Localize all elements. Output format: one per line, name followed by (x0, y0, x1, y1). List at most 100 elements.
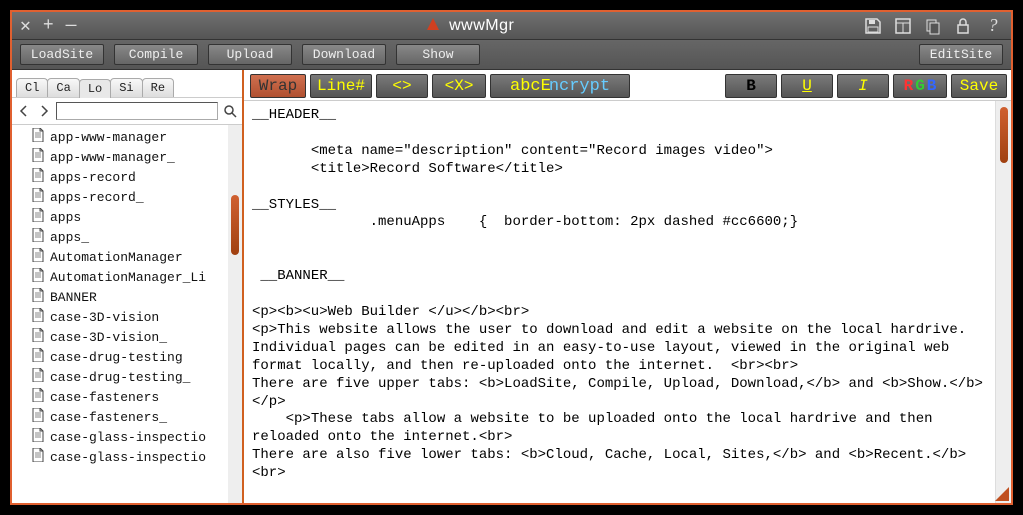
loadsite-button[interactable]: LoadSite (20, 44, 104, 65)
file-icon (32, 428, 44, 446)
encrypt-label-right: ncrypt (549, 77, 610, 96)
list-item[interactable]: apps-record_ (12, 187, 228, 207)
list-item[interactable]: case-glass-inspectio (12, 427, 228, 447)
list-item[interactable]: app-www-manager_ (12, 147, 228, 167)
search-icon[interactable] (222, 103, 238, 119)
list-item[interactable]: AutomationManager (12, 247, 228, 267)
list-item[interactable]: app-www-manager (12, 127, 228, 147)
bold-button[interactable]: B (725, 74, 777, 98)
file-label: case-3D-vision (50, 310, 159, 325)
compile-button[interactable]: Compile (114, 44, 198, 65)
file-icon (32, 368, 44, 386)
editor-scroll-thumb[interactable] (1000, 107, 1008, 163)
download-button[interactable]: Download (302, 44, 386, 65)
show-button[interactable]: Show (396, 44, 480, 65)
search-row (12, 98, 242, 125)
file-icon (32, 188, 44, 206)
search-input[interactable] (56, 102, 218, 120)
app-title: wwwMgr (449, 17, 514, 35)
file-label: apps-record_ (50, 190, 144, 205)
minimize-icon[interactable]: — (66, 16, 77, 36)
app-icon (425, 16, 441, 36)
file-label: apps (50, 210, 81, 225)
close-icon[interactable]: ✕ (20, 15, 31, 37)
prev-icon[interactable] (16, 103, 32, 119)
file-icon (32, 128, 44, 146)
file-label: case-glass-inspectio (50, 430, 206, 445)
next-icon[interactable] (36, 103, 52, 119)
file-icon (32, 168, 44, 186)
file-list[interactable]: app-www-manager app-www-manager_ apps-reco… (12, 125, 228, 503)
list-item[interactable]: apps-record (12, 167, 228, 187)
linenum-button[interactable]: Line# (310, 74, 372, 98)
file-icon (32, 228, 44, 246)
encrypt-button[interactable]: abcEncrypt (490, 74, 630, 98)
file-icon (32, 248, 44, 266)
file-icon (32, 288, 44, 306)
file-label: case-glass-inspectio (50, 450, 206, 465)
list-item[interactable]: AutomationManager_Li (12, 267, 228, 287)
color-r: R (904, 77, 914, 95)
file-label: case-fasteners (50, 390, 159, 405)
file-label: BANNER (50, 290, 97, 305)
app-window: ✕ + — wwwMgr ? LoadSit (10, 10, 1013, 505)
file-label: case-drug-testing_ (50, 370, 190, 385)
file-icon (32, 268, 44, 286)
tab-sites[interactable]: Si (110, 78, 142, 97)
editor-save-button[interactable]: Save (951, 74, 1007, 98)
file-label: AutomationManager (50, 250, 183, 265)
file-icon (32, 208, 44, 226)
file-label: app-www-manager (50, 130, 167, 145)
underline-button[interactable]: U (781, 74, 833, 98)
list-item[interactable]: case-drug-testing_ (12, 367, 228, 387)
editor-toolbar: Wrap Line# <> <X> abcEncrypt B U I R G B… (244, 70, 1011, 100)
save-icon[interactable] (863, 17, 883, 35)
help-icon[interactable]: ? (983, 17, 1003, 35)
list-item[interactable]: apps (12, 207, 228, 227)
list-item[interactable]: case-glass-inspectio (12, 447, 228, 467)
layout-icon[interactable] (893, 17, 913, 35)
color-button[interactable]: R G B (893, 74, 947, 98)
file-label: apps-record (50, 170, 136, 185)
list-item[interactable]: case-fasteners_ (12, 407, 228, 427)
file-label: case-fasteners_ (50, 410, 167, 425)
sidebar: Cl Ca Lo Si Re app-www-managerapp-ww (12, 70, 244, 503)
editor-scrollbar[interactable] (995, 101, 1011, 503)
tag-button[interactable]: <> (376, 74, 428, 98)
encrypt-label-left: abcE (510, 77, 551, 96)
tab-cloud[interactable]: Cl (16, 78, 48, 97)
list-item[interactable]: apps_ (12, 227, 228, 247)
file-label: case-drug-testing (50, 350, 183, 365)
file-icon (32, 308, 44, 326)
sidebar-scroll-thumb[interactable] (231, 195, 239, 255)
file-icon (32, 328, 44, 346)
copy-icon[interactable] (923, 17, 943, 35)
color-g: G (915, 77, 925, 95)
tab-recent[interactable]: Re (142, 78, 174, 97)
list-item[interactable]: BANNER (12, 287, 228, 307)
wrap-button[interactable]: Wrap (250, 74, 306, 98)
list-item[interactable]: case-drug-testing (12, 347, 228, 367)
window-controls: ✕ + — (20, 15, 76, 37)
file-icon (32, 148, 44, 166)
titlebar: ✕ + — wwwMgr ? (12, 12, 1011, 40)
file-icon (32, 348, 44, 366)
file-icon (32, 448, 44, 466)
tab-local[interactable]: Lo (79, 79, 111, 98)
tab-cache[interactable]: Ca (47, 78, 79, 97)
sidebar-tabs: Cl Ca Lo Si Re (12, 70, 242, 98)
italic-button[interactable]: I (837, 74, 889, 98)
list-item[interactable]: case-fasteners (12, 387, 228, 407)
resize-grip-icon[interactable] (995, 487, 1009, 501)
editor-textarea[interactable]: __HEADER__ <meta name="description" cont… (244, 101, 995, 503)
list-item[interactable]: case-3D-vision_ (12, 327, 228, 347)
sidebar-scrollbar[interactable] (228, 125, 242, 503)
upload-button[interactable]: Upload (208, 44, 292, 65)
add-window-icon[interactable]: + (43, 16, 54, 36)
list-item[interactable]: case-3D-vision (12, 307, 228, 327)
xtag-button[interactable]: <X> (432, 74, 486, 98)
editsite-button[interactable]: EditSite (919, 44, 1003, 65)
file-icon (32, 388, 44, 406)
color-b: B (927, 77, 937, 95)
lock-icon[interactable] (953, 17, 973, 35)
